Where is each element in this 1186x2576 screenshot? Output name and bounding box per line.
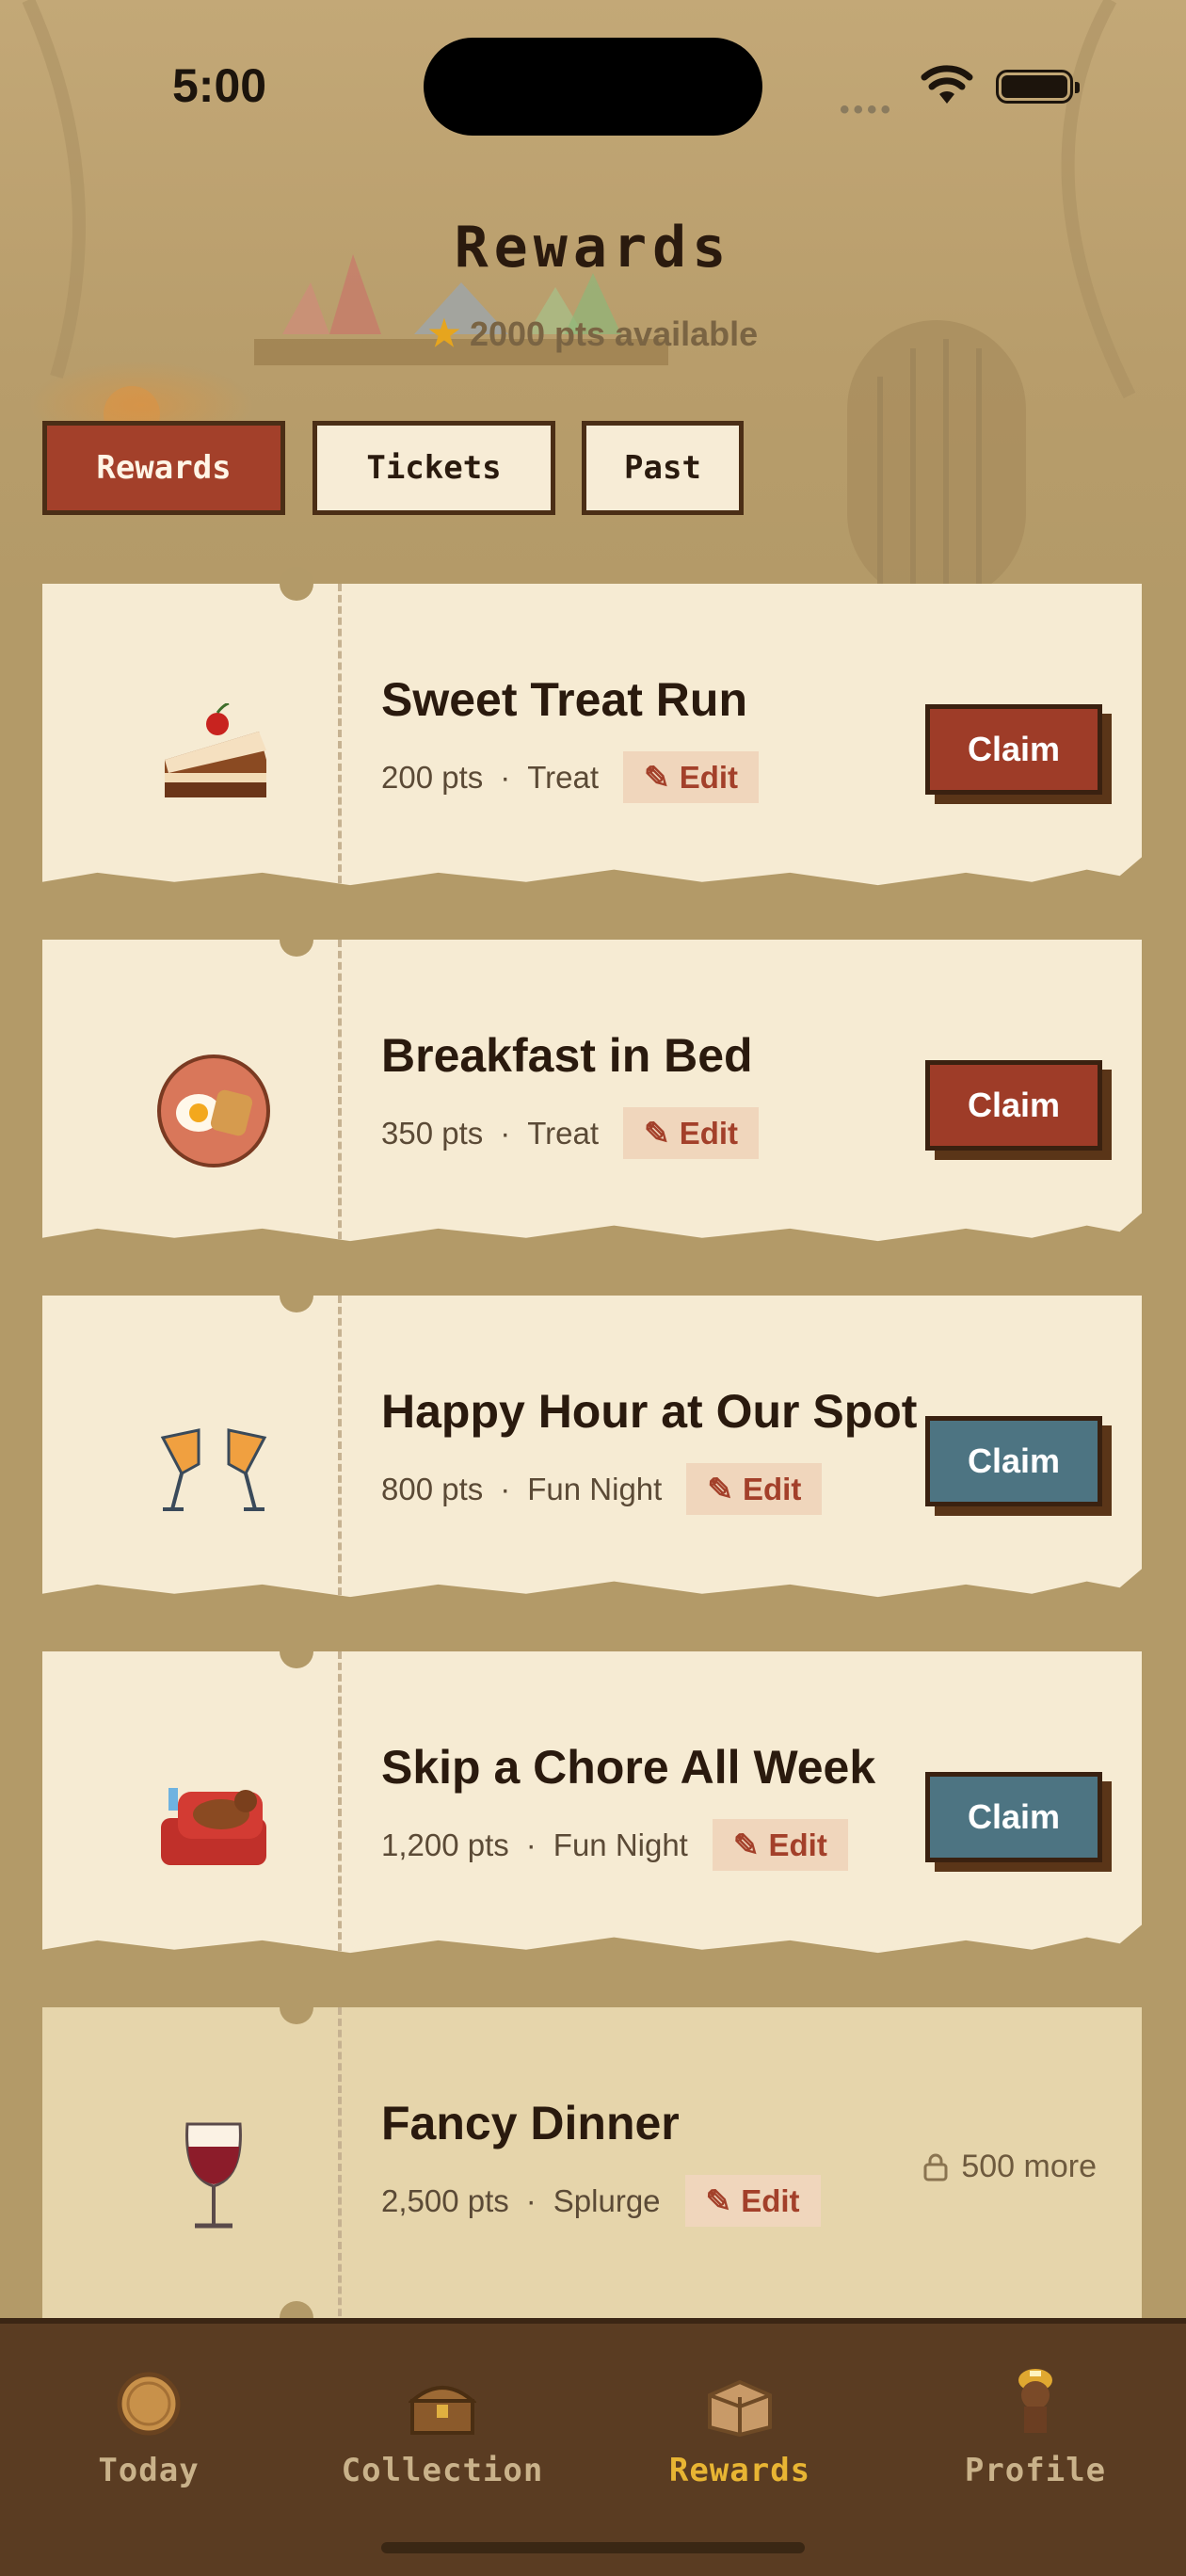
tab-past[interactable]: Past: [582, 421, 744, 515]
pencil-icon: ✎: [644, 760, 670, 795]
perforation-divider: [338, 584, 342, 886]
perforation-divider: [338, 2007, 342, 2327]
reward-card: Breakfast in Bed 350 pts · Treat ✎ Edit …: [42, 940, 1142, 1242]
claim-button[interactable]: Claim: [925, 704, 1102, 795]
nav-profile[interactable]: Profile: [894, 2361, 1177, 2489]
reward-card-locked: Fancy Dinner 2,500 pts · Splurge ✎ Edit …: [42, 2007, 1142, 2327]
reward-card: Skip a Chore All Week 1,200 pts · Fun Ni…: [42, 1651, 1142, 1954]
pencil-icon: ✎: [707, 1472, 733, 1506]
reward-meta: 800 pts · Fun Night ✎ Edit: [381, 1463, 823, 1515]
reward-name: Happy Hour at Our Spot: [381, 1385, 918, 1438]
ticket-notch: [280, 1945, 313, 1979]
reward-name: Skip a Chore All Week: [381, 1741, 876, 1794]
reward-meta: 200 pts · Treat ✎ Edit: [381, 751, 760, 803]
star-icon: ★: [427, 314, 460, 354]
reward-card: Happy Hour at Our Spot 800 pts · Fun Nig…: [42, 1296, 1142, 1598]
claim-button[interactable]: Claim: [925, 1060, 1102, 1151]
reward-meta: 1,200 pts · Fun Night ✎ Edit: [381, 1819, 848, 1871]
coin-icon: [8, 2361, 290, 2437]
pencil-icon: ✎: [705, 2183, 732, 2218]
pencil-icon: ✎: [644, 1116, 670, 1151]
dog-armchair-icon: [155, 1764, 272, 1881]
claim-button[interactable]: Claim: [925, 1772, 1102, 1862]
reward-meta: 350 pts · Treat ✎ Edit: [381, 1107, 760, 1159]
reward-meta: 2,500 pts · Splurge ✎ Edit: [381, 2175, 821, 2227]
ticket-notch: [280, 1589, 313, 1623]
reward-points: 200 pts: [381, 759, 484, 795]
crate-icon: [599, 2361, 881, 2437]
reward-category: Treat: [527, 759, 600, 795]
lock-icon: [923, 2153, 948, 2181]
perforation-divider: [338, 1651, 342, 1954]
reward-card: Sweet Treat Run 200 pts · Treat ✎ Edit C…: [42, 584, 1142, 886]
cellular-signal-icon: ••••: [840, 94, 895, 125]
reward-category: Fun Night: [553, 1827, 688, 1862]
dynamic-island: [424, 38, 762, 136]
clock: 5:00: [172, 59, 267, 112]
reward-category: Fun Night: [527, 1471, 663, 1506]
ticket-notch: [280, 1634, 313, 1668]
edit-button[interactable]: ✎ Edit: [686, 1463, 823, 1515]
reward-name: Breakfast in Bed: [381, 1029, 753, 1082]
reward-name: Sweet Treat Run: [381, 673, 747, 726]
dog-miner-icon: [894, 2361, 1177, 2437]
ticket-notch: [280, 567, 313, 601]
cake-icon: [155, 697, 272, 813]
perforation-divider: [338, 1296, 342, 1598]
ticket-notch: [280, 1990, 313, 2024]
edit-button[interactable]: ✎ Edit: [623, 1107, 760, 1159]
ticket-notch: [280, 877, 313, 911]
points-available: ★ 2000 pts available: [427, 314, 759, 354]
cheers-glasses-icon: [155, 1409, 272, 1525]
edit-button[interactable]: ✎ Edit: [684, 2175, 821, 2227]
edit-button[interactable]: ✎ Edit: [623, 751, 760, 803]
edit-button[interactable]: ✎ Edit: [712, 1819, 848, 1871]
home-indicator[interactable]: [381, 2542, 805, 2553]
nav-rewards[interactable]: Rewards: [599, 2361, 881, 2489]
tab-tickets[interactable]: Tickets: [313, 421, 555, 515]
pencil-icon: ✎: [732, 1827, 760, 1862]
reward-points: 2,500 pts: [381, 2182, 509, 2218]
wine-glass-icon: [155, 2120, 272, 2237]
wifi-icon: [921, 65, 973, 104]
page-title: Rewards: [454, 215, 732, 281]
tab-rewards[interactable]: Rewards: [42, 421, 285, 515]
battery-icon: [996, 70, 1080, 104]
reward-points: 800 pts: [381, 1471, 484, 1506]
claim-button[interactable]: Claim: [925, 1416, 1102, 1506]
ticket-notch: [280, 1279, 313, 1312]
locked-status: 500 more: [923, 2149, 1097, 2185]
status-bar: 5:00 ••••: [0, 0, 1186, 169]
nav-collection[interactable]: Collection: [301, 2361, 584, 2489]
reward-points: 1,200 pts: [381, 1827, 509, 1862]
perforation-divider: [338, 940, 342, 1242]
treasure-chest-icon: [301, 2361, 584, 2437]
bottom-nav: Today Collection Rewards Profile: [0, 2318, 1186, 2576]
ticket-notch: [280, 1233, 313, 1267]
reward-name: Fancy Dinner: [381, 2097, 680, 2149]
reward-points: 350 pts: [381, 1115, 484, 1151]
reward-category: Treat: [527, 1115, 600, 1151]
reward-category: Splurge: [553, 2182, 661, 2218]
breakfast-plate-icon: [155, 1053, 272, 1169]
ticket-notch: [280, 923, 313, 957]
nav-today[interactable]: Today: [8, 2361, 290, 2489]
